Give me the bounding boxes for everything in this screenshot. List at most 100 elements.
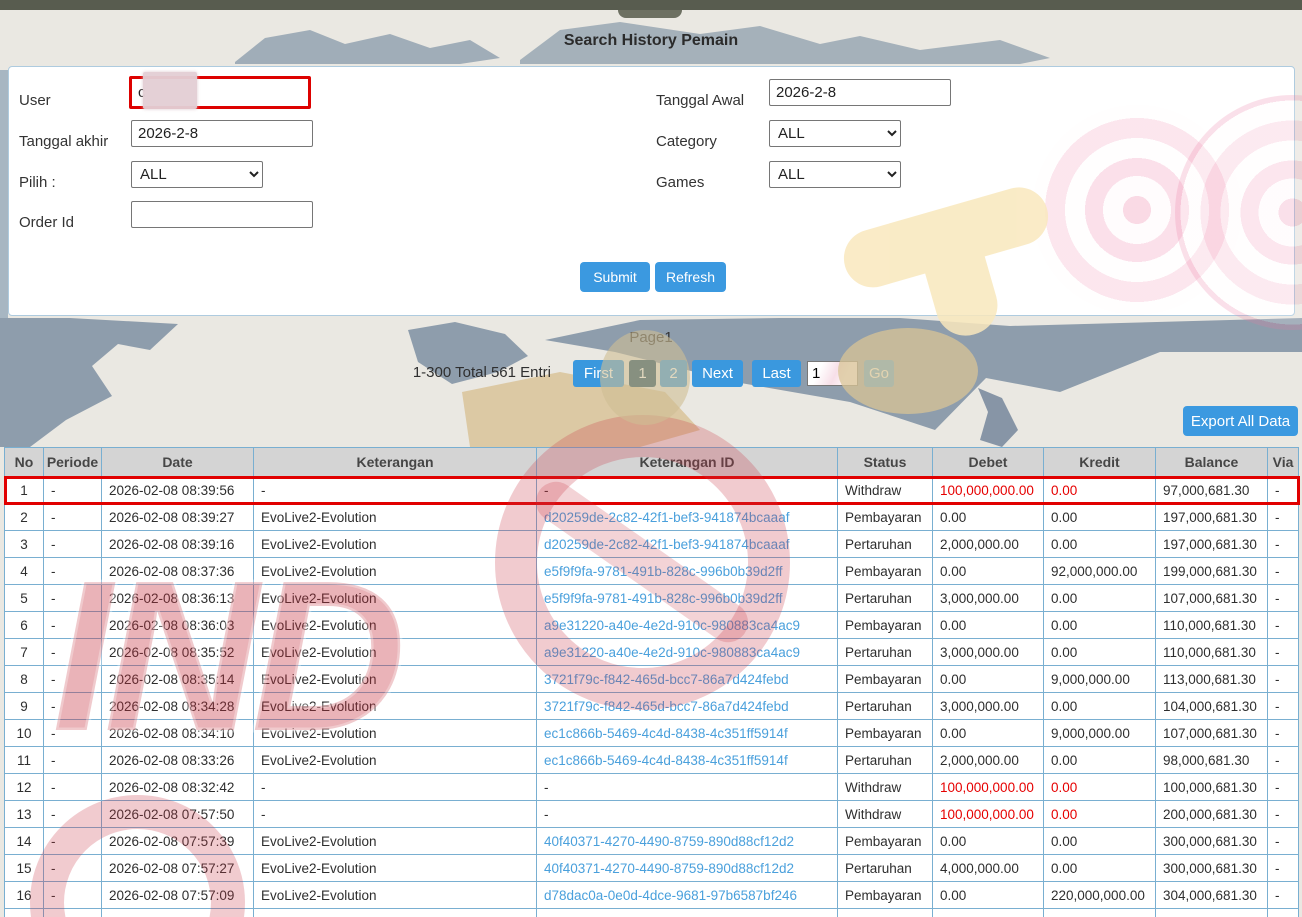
cell-via: - — [1267, 584, 1299, 612]
page-2-button[interactable]: 2 — [660, 360, 687, 387]
cell-keterangan-id[interactable]: d20259de-2c82-42f1-bef3-941874bcaaaf — [536, 503, 838, 531]
cell-status: Pembayaran — [837, 719, 933, 747]
cell-date: 2026-02-08 08:32:42 — [101, 773, 254, 801]
cell-periode: - — [43, 827, 102, 855]
cell-status: Pertaruhan — [837, 584, 933, 612]
page-indicator: Page1 — [629, 329, 673, 346]
top-bar — [0, 0, 1302, 10]
cell-keterangan-id[interactable]: 3721f79c-f842-465d-bcc7-86a7d424febd — [536, 665, 838, 693]
cell-date: 2026-02-08 08:33:26 — [101, 746, 254, 774]
cell-keterangan: EvoLive2-Evolution — [253, 665, 537, 693]
refresh-button[interactable]: Refresh — [655, 262, 726, 292]
cell-empty — [1267, 908, 1299, 917]
category-select[interactable]: ALL — [769, 120, 901, 147]
cell-keterangan: EvoLive2-Evolution — [253, 881, 537, 909]
cell-keterangan: EvoLive2-Evolution — [253, 584, 537, 612]
cell-keterangan-id[interactable]: ec1c866b-5469-4c4d-8438-4c351ff5914f — [536, 719, 838, 747]
cell-status: Withdraw — [837, 476, 933, 504]
cell-status: Pembayaran — [837, 557, 933, 585]
column-header-periode: Periode — [43, 447, 102, 477]
cell-balance: 110,000,681.30 — [1155, 611, 1268, 639]
table-row: 12-2026-02-08 08:32:42- - Withdraw 100,000,… — [4, 773, 1299, 801]
cell-keterangan-id[interactable]: 3721f79c-f842-465d-bcc7-86a7d424febd — [536, 692, 838, 720]
cell-kredit: 0.00 — [1043, 638, 1156, 666]
export-all-data-button[interactable]: Export All Data — [1183, 406, 1298, 436]
cell-no: 16 — [4, 881, 44, 909]
go-button[interactable]: Go — [864, 360, 894, 387]
cell-debet: 0.00 — [932, 503, 1044, 531]
cell-via: - — [1267, 638, 1299, 666]
cell-keterangan-id[interactable]: 40f40371-4270-4490-8759-890d88cf12d2 — [536, 827, 838, 855]
cell-keterangan: - — [253, 476, 537, 504]
cell-periode: - — [43, 800, 102, 828]
cell-date: 2026-02-08 07:57:09 — [101, 881, 254, 909]
cell-date: 2026-02-08 07:57:27 — [101, 854, 254, 882]
cell-no: 3 — [4, 530, 44, 558]
cell-keterangan-id[interactable]: e5f9f9fa-9781-491b-828c-996b0b39d2ff — [536, 557, 838, 585]
cell-keterangan-id[interactable]: d78dac0a-0e0d-4dce-9681-97b6587bf246 — [536, 881, 838, 909]
submit-button[interactable]: Submit — [580, 262, 650, 292]
table-row: 8-2026-02-08 08:35:14 EvoLive2-Evolution 3… — [4, 665, 1299, 693]
cell-debet: 2,000,000.00 — [932, 746, 1044, 774]
results-range-label: 1-300 Total 561 Entri — [412, 364, 551, 381]
cell-date: 2026-02-08 08:35:52 — [101, 638, 254, 666]
cell-date: 2026-02-08 08:35:14 — [101, 665, 254, 693]
cell-empty — [1155, 908, 1268, 917]
cell-date: 2026-02-08 08:34:28 — [101, 692, 254, 720]
cell-no: 13 — [4, 800, 44, 828]
cell-kredit: 220,000,000.00 — [1043, 881, 1156, 909]
page-1-button[interactable]: 1 — [629, 360, 656, 387]
pilih-select[interactable]: ALL — [131, 161, 263, 188]
category-label: Category — [656, 133, 717, 150]
cell-balance: 200,000,681.30 — [1155, 800, 1268, 828]
goto-page-input[interactable] — [807, 361, 858, 386]
table-row: 11 - 2026-02-08 08:33:26 EvoLive2-Evolution… — [4, 746, 1299, 774]
cell-date: 2026-02-08 07:57:50 — [101, 800, 254, 828]
cell-via: - — [1267, 530, 1299, 558]
cell-kredit: 0.00 — [1043, 611, 1156, 639]
column-header-balance: Balance — [1155, 447, 1268, 477]
games-select[interactable]: ALL — [769, 161, 901, 188]
cell-periode: - — [43, 584, 102, 612]
last-page-button[interactable]: Last — [752, 360, 801, 387]
cell-keterangan-id[interactable]: a9e31220-a40e-4e2d-910c-980883ca4ac9 — [536, 611, 838, 639]
cell-via: - — [1267, 665, 1299, 693]
cell-keterangan-id[interactable]: e5f9f9fa-9781-491b-828c-996b0b39d2ff — [536, 584, 838, 612]
next-page-button[interactable]: Next — [692, 360, 743, 387]
cell-no: 9 — [4, 692, 44, 720]
cell-via: - — [1267, 746, 1299, 774]
cell-keterangan-id[interactable]: ec1c866b-5469-4c4d-8438-4c351ff5914f — [536, 746, 838, 774]
top-bar-notch — [618, 10, 682, 18]
tanggal-awal-input[interactable] — [769, 79, 951, 106]
cell-debet: 4,000,000.00 — [932, 854, 1044, 882]
table-row: 6-2026-02-08 08:36:03 EvoLive2-Evolution a… — [4, 611, 1299, 639]
cell-keterangan-id[interactable]: a9e31220-a40e-4e2d-910c-980883ca4ac9 — [536, 638, 838, 666]
first-page-button[interactable]: First — [573, 360, 624, 387]
cell-keterangan: EvoLive2-Evolution — [253, 557, 537, 585]
cell-balance: 300,000,681.30 — [1155, 854, 1268, 882]
cell-debet: 0.00 — [932, 611, 1044, 639]
cell-no: 12 — [4, 773, 44, 801]
user-value-redaction — [143, 72, 197, 109]
cell-keterangan-id[interactable]: 40f40371-4270-4490-8759-890d88cf12d2 — [536, 854, 838, 882]
column-header-keterangan-id: Keterangan ID — [536, 447, 838, 477]
cell-balance: 197,000,681.30 — [1155, 530, 1268, 558]
cell-keterangan-id[interactable]: d20259de-2c82-42f1-bef3-941874bcaaaf — [536, 530, 838, 558]
cell-empty — [43, 908, 102, 917]
cell-no: 11 — [4, 746, 44, 774]
order-id-input[interactable] — [131, 201, 313, 228]
cell-kredit: 0.00 — [1043, 530, 1156, 558]
games-label: Games — [656, 174, 705, 191]
cell-keterangan: EvoLive2-Evolution — [253, 611, 537, 639]
cell-empty — [4, 908, 44, 917]
cell-balance: 113,000,681.30 — [1155, 665, 1268, 693]
table-row: 14-2026-02-08 07:57:39 EvoLive2-Evolution… — [4, 827, 1299, 855]
cell-kredit: 0.00 — [1043, 692, 1156, 720]
cell-debet: 0.00 — [932, 557, 1044, 585]
cell-periode: - — [43, 854, 102, 882]
cell-via: - — [1267, 692, 1299, 720]
cell-keterangan: EvoLive2-Evolution — [253, 746, 537, 774]
cell-keterangan: EvoLive2-Evolution — [253, 692, 537, 720]
tanggal-akhir-input[interactable] — [131, 120, 313, 147]
search-form-panel: User Tanggal akhir Pilih : ALL Order Id … — [8, 66, 1295, 316]
